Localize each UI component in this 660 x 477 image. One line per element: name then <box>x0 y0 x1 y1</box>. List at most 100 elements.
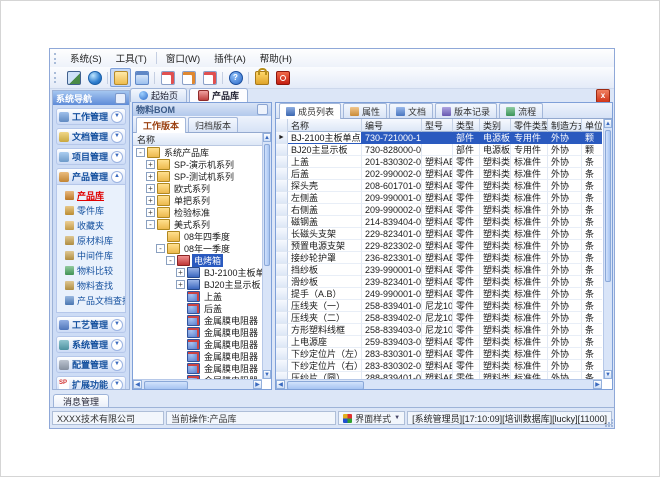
toolbar-button-globe[interactable] <box>84 68 105 87</box>
close-icon[interactable]: x <box>596 89 610 103</box>
expand-icon[interactable]: + <box>146 172 155 181</box>
table-row[interactable]: 探头壳208-601701-01X塑料ABS零件塑料类标准件外协条 <box>276 180 602 192</box>
doc-tab-1[interactable]: 起始页 <box>130 88 187 102</box>
message-tab[interactable]: 消息管理 <box>53 394 109 408</box>
menu-item-1[interactable]: 系统(S) <box>63 49 109 67</box>
collapse-icon[interactable]: - <box>156 244 165 253</box>
collapse-icon[interactable]: - <box>146 220 155 229</box>
toolbar-button-folder[interactable] <box>110 68 131 87</box>
tree-horizontal-scrollbar[interactable]: ◀ ▶ <box>133 379 262 389</box>
table-row[interactable]: 长磁头支架229-823401-00X塑料ABS零件塑料类标准件外协条 <box>276 228 602 240</box>
expand-icon[interactable]: + <box>176 268 185 277</box>
expand-icon[interactable]: + <box>146 196 155 205</box>
tree-node-7[interactable]: -美式系列 <box>133 218 262 230</box>
sidebar-group-header[interactable]: 产品管理▲ <box>56 168 126 185</box>
table-row[interactable]: BJ20主显示板730-828000-04X部件电源板专用件外协颗 <box>276 144 602 156</box>
tree-node-5[interactable]: +单把系列 <box>133 194 262 206</box>
table-row[interactable]: 提手（A.B）249-990001-01X塑料ABS零件塑料类标准件外协条 <box>276 288 602 300</box>
tree-node-14[interactable]: 后盖 <box>133 302 262 314</box>
collapse-icon[interactable]: - <box>166 256 175 265</box>
tree-node-3[interactable]: +SP-测试机系列 <box>133 170 262 182</box>
resize-grip[interactable] <box>604 418 613 427</box>
bom-tab-1[interactable]: 工作版本 <box>136 117 186 133</box>
expand-icon[interactable]: + <box>146 208 155 217</box>
column-header-1[interactable]: 名称 <box>288 119 362 132</box>
column-header-8[interactable]: 单位 <box>582 119 602 132</box>
table-row[interactable]: 下纱定位片（左）283-830301-00X塑料ABS零件塑料类标准件外协条 <box>276 348 602 360</box>
sidebar-group-header[interactable]: 工艺管理▼ <box>56 316 126 333</box>
pin-icon[interactable] <box>257 104 268 115</box>
doc-tab-2[interactable]: 产品库 <box>189 88 248 102</box>
expand-icon[interactable]: + <box>146 160 155 169</box>
table-hscroll-thumb[interactable] <box>287 381 364 390</box>
table-row[interactable]: 接纱轮护罩236-823301-00X塑料ABS零件塑料类标准件外协条 <box>276 252 602 264</box>
chevron-down-icon[interactable]: ▼ <box>111 131 123 143</box>
table-row[interactable]: 压线夹（二）258-839402-00X尼龙1010零件塑料类标准件外协条 <box>276 312 602 324</box>
tree-node-1[interactable]: -系统产品库 <box>133 146 262 158</box>
members-tab-3[interactable]: 文档 <box>389 103 433 118</box>
scroll-left-icon[interactable]: ◀ <box>133 380 142 389</box>
column-header-6[interactable]: 零件类型 <box>511 119 548 132</box>
table-row[interactable]: 右侧盖209-990002-01X塑料ABS零件塑料类标准件外协条 <box>276 204 602 216</box>
sidebar-group-header[interactable]: 配置管理▼ <box>56 356 126 373</box>
table-row[interactable]: 上电源座259-839403-00X塑料ABS零件塑料类标准件外协条 <box>276 336 602 348</box>
table-row[interactable]: 预置电源支架229-823302-00X塑料ABS零件塑料类标准件外协条 <box>276 240 602 252</box>
toolbar-button-new-window[interactable] <box>157 68 178 87</box>
table-row[interactable]: 压线夹（一）258-839401-00X尼龙1010零件塑料类标准件外协条 <box>276 300 602 312</box>
table-row[interactable]: 磁钢盖214-839404-01X塑料ABS零件塑料类标准件外协条 <box>276 216 602 228</box>
tree-node-8[interactable]: 08年四季度 <box>133 230 262 242</box>
menu-item-2[interactable]: 工具(T) <box>109 49 154 67</box>
table-vscroll-thumb[interactable] <box>605 130 611 282</box>
scroll-left-icon[interactable]: ◀ <box>276 380 285 389</box>
scroll-up-icon[interactable]: ▲ <box>263 133 271 142</box>
sidebar-group-header[interactable]: SP扩展功能▼ <box>56 376 126 390</box>
tree-node-13[interactable]: 上盖 <box>133 290 262 302</box>
sidebar-group-header[interactable]: 项目管理▼ <box>56 148 126 165</box>
chevron-down-icon[interactable]: ▼ <box>111 359 123 371</box>
scroll-right-icon[interactable]: ▶ <box>593 380 602 389</box>
table-vertical-scrollbar[interactable]: ▲ ▼ <box>603 119 612 379</box>
members-tab-1[interactable]: 成员列表 <box>279 103 341 119</box>
table-horizontal-scrollbar[interactable]: ◀ ▶ <box>276 379 602 389</box>
members-tab-2[interactable]: 属性 <box>343 103 387 118</box>
menu-gripper[interactable] <box>54 53 59 64</box>
table-row[interactable]: 压纱片（圆）288-839401-00X塑料ABS零件塑料类标准件外协条 <box>276 372 602 379</box>
menu-item-5[interactable]: 帮助(H) <box>253 49 299 67</box>
toolbar-button-new-window-2[interactable] <box>178 68 199 87</box>
toolbar-gripper[interactable] <box>54 72 59 83</box>
menu-item-3[interactable]: 窗口(W) <box>159 49 207 67</box>
tree-node-11[interactable]: +BJ-2100主板单点 <box>133 266 262 278</box>
sidebar-item-5[interactable]: 中间件库 <box>57 248 125 263</box>
chevron-down-icon[interactable]: ▼ <box>111 111 123 123</box>
scroll-up-icon[interactable]: ▲ <box>604 119 612 128</box>
chevron-up-icon[interactable]: ▲ <box>111 171 123 183</box>
column-header-3[interactable]: 型号 <box>422 119 453 132</box>
sidebar-item-6[interactable]: 物料比较 <box>57 263 125 278</box>
column-header-7[interactable]: 制造方式 <box>548 119 582 132</box>
tree-node-16[interactable]: 金属膜电阻器 <box>133 326 262 338</box>
tree-node-6[interactable]: +检验标准 <box>133 206 262 218</box>
toolbar-button-exit[interactable] <box>272 68 293 87</box>
tree-node-9[interactable]: -08年一季度 <box>133 242 262 254</box>
tree-column-header[interactable]: 名称 <box>133 133 262 146</box>
toolbar-button-help[interactable]: ? <box>225 68 246 87</box>
table-row[interactable]: 挡纱板239-990001-01X塑料ABS零件塑料类标准件外协条 <box>276 264 602 276</box>
members-tab-4[interactable]: 版本记录 <box>435 103 497 118</box>
table-row[interactable]: 下纱定位片（右）283-830302-00X塑料ABS零件塑料类标准件外协条 <box>276 360 602 372</box>
scroll-right-icon[interactable]: ▶ <box>253 380 262 389</box>
tree-node-12[interactable]: +BJ20主显示板 <box>133 278 262 290</box>
chevron-down-icon[interactable]: ▼ <box>111 151 123 163</box>
table-row[interactable]: 后盖202-990002-01X塑料ABS零件塑料类标准件外协条 <box>276 168 602 180</box>
tree-node-19[interactable]: 金属膜电阻器 <box>133 362 262 374</box>
column-header-5[interactable]: 类别 <box>480 119 511 132</box>
toolbar-button-workspace[interactable] <box>63 68 84 87</box>
sidebar-group-header[interactable]: 文档管理▼ <box>56 128 126 145</box>
table-row[interactable]: 滑纱板239-823401-00X塑料ABS零件塑料类标准件外协条 <box>276 276 602 288</box>
collapse-icon[interactable]: - <box>136 148 145 157</box>
tree-node-15[interactable]: 金属膜电阻器 <box>133 314 262 326</box>
expand-icon[interactable]: + <box>146 184 155 193</box>
tree-node-2[interactable]: +SP-演示机系列 <box>133 158 262 170</box>
tree-node-17[interactable]: 金属膜电阻器 <box>133 338 262 350</box>
table-row[interactable]: 左侧盖209-990001-01X塑料ABS零件塑料类标准件外协条 <box>276 192 602 204</box>
sidebar-item-3[interactable]: 收藏夹 <box>57 218 125 233</box>
